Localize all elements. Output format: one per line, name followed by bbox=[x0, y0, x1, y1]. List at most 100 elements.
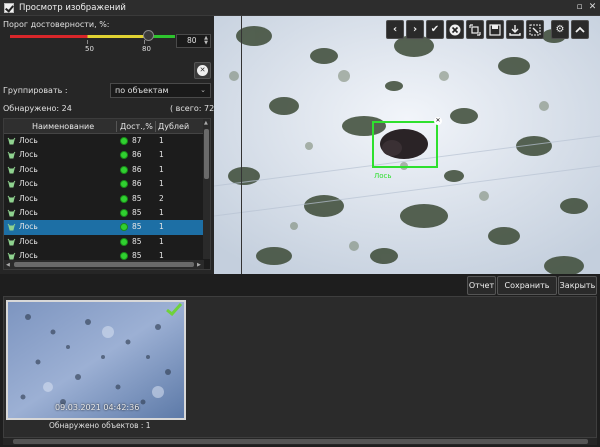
title-checkbox[interactable] bbox=[4, 2, 14, 13]
confidence-status-icon bbox=[120, 151, 128, 160]
frame-select-icon[interactable] bbox=[526, 20, 544, 39]
scrollbar-thumb[interactable] bbox=[13, 439, 588, 444]
column-header-confidence[interactable]: Дост.,% bbox=[120, 119, 153, 134]
table-header: Наименование Дост.,% Дублей bbox=[4, 119, 204, 134]
save-icon[interactable] bbox=[486, 20, 504, 39]
row-duplicates: 1 bbox=[159, 208, 164, 217]
row-confidence: 86 bbox=[132, 150, 142, 160]
moose-icon bbox=[7, 224, 16, 231]
chevron-right-icon[interactable]: › bbox=[406, 20, 424, 39]
found-count: 24 bbox=[61, 104, 72, 113]
chevron-up-icon[interactable] bbox=[571, 20, 589, 39]
spin-arrows-icon[interactable]: ▲ ▼ bbox=[204, 36, 208, 46]
slider-tick bbox=[87, 40, 88, 44]
row-name: Лось bbox=[19, 208, 38, 217]
table-row[interactable]: Лось 85 2 bbox=[4, 192, 204, 206]
row-name: Лось bbox=[19, 179, 38, 189]
crop-select-icon[interactable] bbox=[466, 20, 484, 39]
thumbnail-image bbox=[8, 302, 184, 418]
viewer-split-line bbox=[241, 16, 242, 274]
threshold-label: Порог достоверности, %: bbox=[3, 20, 110, 29]
moose-icon bbox=[7, 166, 16, 174]
thumbnail-card[interactable] bbox=[6, 300, 186, 420]
table-row[interactable]: Лось 87 1 bbox=[4, 134, 204, 148]
moose-icon bbox=[7, 195, 16, 203]
download-icon[interactable] bbox=[506, 20, 524, 39]
clear-filter-button[interactable] bbox=[194, 62, 211, 79]
row-confidence: 85 bbox=[132, 193, 142, 203]
row-confidence: 86 bbox=[132, 179, 142, 189]
threshold-value: 80 bbox=[187, 36, 197, 45]
detection-close-icon[interactable]: ✕ bbox=[434, 117, 442, 125]
table-row[interactable]: Лось 86 1 bbox=[4, 148, 204, 162]
restore-icon[interactable]: ▫ bbox=[574, 2, 585, 13]
table-vertical-scrollbar[interactable]: ▲ bbox=[203, 119, 210, 259]
slider-tick bbox=[144, 40, 145, 44]
row-confidence: 85 bbox=[132, 208, 142, 217]
confidence-status-icon bbox=[120, 209, 128, 217]
moose-icon bbox=[7, 152, 16, 159]
confidence-status-icon bbox=[120, 194, 128, 203]
cancel-icon[interactable] bbox=[446, 20, 464, 39]
strip-horizontal-scrollbar[interactable] bbox=[3, 438, 597, 445]
found-text: Обнаружено: bbox=[3, 104, 60, 113]
tick-label-80: 80 bbox=[142, 45, 151, 53]
scrollbar-thumb[interactable] bbox=[204, 129, 209, 179]
moose-icon bbox=[7, 180, 16, 188]
table-row[interactable]: Лось 85 1 bbox=[4, 220, 204, 235]
row-duplicates: 1 bbox=[159, 222, 164, 232]
save-all-button[interactable]: Сохранить все bbox=[497, 276, 557, 307]
detection-label: Лось bbox=[374, 172, 392, 180]
row-name: Лось bbox=[19, 236, 38, 246]
group-select[interactable]: по объектам ⌄ bbox=[110, 83, 211, 98]
moose-icon bbox=[7, 209, 16, 217]
close-window-icon[interactable]: ✕ bbox=[587, 2, 598, 13]
row-duplicates: 1 bbox=[159, 136, 164, 145]
chevron-left-icon[interactable]: ‹ bbox=[386, 20, 404, 39]
threshold-spinbox[interactable]: 80 ▲ ▼ bbox=[176, 34, 211, 48]
column-header-name[interactable]: Наименование bbox=[32, 119, 94, 134]
detection-bounding-box[interactable] bbox=[372, 121, 438, 168]
threshold-slider-handle[interactable] bbox=[143, 30, 154, 41]
gear-icon[interactable]: ⚙ bbox=[551, 20, 569, 39]
table-row[interactable]: Лось 85 1 bbox=[4, 206, 204, 220]
row-duplicates: 1 bbox=[159, 236, 164, 246]
viewer-toolbar: ‹ › ✔ ⚙ bbox=[386, 20, 589, 40]
row-confidence: 85 bbox=[132, 222, 142, 232]
chevron-down-icon: ⌄ bbox=[200, 86, 206, 94]
scrollbar-thumb[interactable] bbox=[14, 262, 194, 267]
title-bar: Просмотр изображений ▫ ✕ bbox=[0, 0, 600, 16]
thumbnail-caption: Обнаружено объектов : 1 bbox=[49, 421, 151, 430]
close-button[interactable]: Закрыть bbox=[558, 276, 597, 295]
check-icon[interactable]: ✔ bbox=[426, 20, 444, 39]
found-label: Обнаружено: 24 bbox=[3, 104, 72, 113]
group-label: Группировать : bbox=[3, 86, 68, 95]
row-duplicates: 1 bbox=[159, 150, 164, 160]
report-button[interactable]: Отчет bbox=[467, 276, 496, 295]
row-name: Лось bbox=[19, 150, 38, 160]
results-table: Наименование Дост.,% Дублей Лось 87 1 Лось 8… bbox=[3, 118, 211, 270]
confidence-status-icon bbox=[120, 223, 128, 232]
group-select-value: по объектам bbox=[115, 86, 169, 95]
table-row[interactable]: Лось 85 1 bbox=[4, 235, 204, 249]
column-header-duplicates[interactable]: Дублей bbox=[158, 119, 189, 134]
window-title: Просмотр изображений bbox=[19, 2, 126, 13]
tick-label-50: 50 bbox=[85, 45, 94, 53]
confidence-status-icon bbox=[120, 252, 128, 261]
moose-icon bbox=[7, 238, 16, 246]
confidence-status-icon bbox=[120, 180, 128, 189]
confidence-status-icon bbox=[120, 137, 128, 145]
row-name: Лось bbox=[19, 222, 38, 232]
row-confidence: 87 bbox=[132, 136, 142, 145]
table-row[interactable]: Лось 86 1 bbox=[4, 177, 204, 191]
table-horizontal-scrollbar[interactable]: ◀ ▶ bbox=[4, 260, 204, 269]
row-name: Лось bbox=[19, 193, 38, 203]
row-duplicates: 1 bbox=[159, 164, 164, 174]
thumbnail-timestamp: 09.03.2021 04:42:36 bbox=[55, 403, 140, 412]
row-name: Лось bbox=[19, 164, 38, 174]
verified-check-icon bbox=[166, 302, 182, 316]
row-duplicates: 1 bbox=[159, 179, 164, 189]
table-row[interactable]: Лось 86 1 bbox=[4, 163, 204, 177]
total-count: ( всего: 72 ) bbox=[170, 104, 220, 113]
confidence-status-icon bbox=[120, 237, 128, 246]
